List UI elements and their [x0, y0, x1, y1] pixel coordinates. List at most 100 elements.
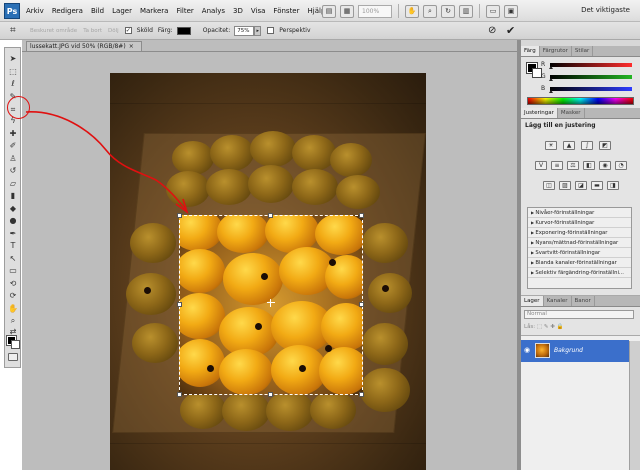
close-tab-icon[interactable]: × — [129, 43, 134, 50]
history-brush-tool-icon[interactable]: ↺ — [6, 166, 20, 176]
menu-analys[interactable]: Analys — [202, 7, 225, 15]
color-balance-icon[interactable]: ⚖ — [567, 161, 579, 170]
tab-farg[interactable]: Färg — [521, 46, 540, 56]
move-tool-icon[interactable]: ➤ — [6, 54, 20, 64]
curves-icon[interactable]: ∫ — [581, 141, 593, 150]
photo-filter-icon[interactable]: ◉ — [599, 161, 611, 170]
commit-crop-icon[interactable]: ✔ — [506, 24, 515, 37]
selective-color-icon[interactable]: ◨ — [607, 181, 619, 190]
crop-tool-preset-icon[interactable]: ⌗ — [10, 25, 24, 37]
menu-bild[interactable]: Bild — [91, 7, 104, 15]
menu-3d[interactable]: 3D — [233, 7, 243, 15]
tab-banor[interactable]: Banor — [572, 296, 595, 306]
clone-stamp-tool-icon[interactable]: ♙ — [6, 154, 20, 164]
zoom-tool-icon[interactable]: ⌕ — [6, 316, 20, 326]
menu-markera[interactable]: Markera — [140, 7, 169, 15]
arrange-documents-icon[interactable]: ▭ — [486, 4, 500, 18]
zoom-icon[interactable]: ⌕ — [423, 4, 437, 18]
tab-justeringar[interactable]: Justeringar — [521, 108, 558, 118]
green-slider-knob[interactable] — [549, 78, 553, 81]
perspective-checkbox[interactable] — [267, 27, 275, 34]
background-color-swatch[interactable] — [11, 340, 20, 349]
mini-bridge-icon[interactable]: ▦ — [340, 4, 354, 18]
opacity-slider-arrow[interactable]: ▸ — [254, 25, 262, 36]
color-spectrum[interactable] — [527, 97, 634, 105]
crop-handle-bottom-left[interactable] — [177, 392, 182, 397]
shield-color-swatch[interactable] — [176, 26, 191, 35]
green-slider[interactable]: G — [541, 73, 637, 81]
tab-kanaler[interactable]: Kanaler — [544, 296, 572, 306]
3d-rotate-tool-icon[interactable]: ⟲ — [6, 279, 20, 289]
bridge-icon[interactable]: ▤ — [322, 4, 336, 18]
menu-filter[interactable]: Filter — [176, 7, 193, 15]
layer-row[interactable]: ◉ Bakgrund — [521, 340, 629, 362]
tab-lager[interactable]: Lager — [521, 296, 544, 306]
preset-curves[interactable]: Kurvor-förinställningar — [528, 218, 631, 228]
cancel-crop-icon[interactable]: ⊘ — [488, 25, 496, 36]
blue-slider[interactable]: B — [541, 85, 637, 93]
gradient-tool-icon[interactable]: ▮ — [6, 191, 20, 201]
brush-tool-icon[interactable]: ✐ — [6, 141, 20, 151]
3d-camera-tool-icon[interactable]: ⟳ — [6, 291, 20, 301]
blue-slider-bar[interactable] — [550, 87, 632, 91]
visibility-eye-icon[interactable]: ◉ — [524, 346, 530, 354]
type-tool-icon[interactable]: T — [6, 241, 20, 251]
crop-handle-top-left[interactable] — [177, 213, 182, 218]
tab-fargrutor[interactable]: Färgrutor — [540, 46, 572, 56]
brightness-contrast-icon[interactable]: ☀ — [545, 141, 557, 150]
vibrance-icon[interactable]: V — [535, 161, 547, 170]
crop-handle-left[interactable] — [177, 302, 182, 307]
grid-icon[interactable]: ▥ — [459, 4, 473, 18]
hand-icon[interactable]: ✋ — [405, 4, 419, 18]
marquee-tool-icon[interactable]: ⬚ — [6, 67, 20, 77]
workspace-switcher[interactable]: Det viktigaste — [581, 6, 630, 14]
lasso-tool-icon[interactable]: ℓ — [6, 79, 20, 89]
preset-hue-saturation[interactable]: Nyans/mättnad-förinställningar — [528, 238, 631, 248]
gradient-map-icon[interactable]: ▬ — [591, 181, 603, 190]
preset-exposure[interactable]: Exponering-förinställningar — [528, 228, 631, 238]
preset-levels[interactable]: Nivåer-förinställningar — [528, 208, 631, 218]
tab-stilar[interactable]: Stilar — [572, 46, 594, 56]
red-slider-knob[interactable] — [549, 66, 553, 69]
crop-handle-bottom[interactable] — [268, 392, 273, 397]
shield-checkbox[interactable]: ✓ — [124, 27, 132, 34]
channel-mixer-icon[interactable]: ◔ — [615, 161, 627, 170]
document-tab[interactable]: lussekatt.JPG vid 50% (RGB/8#) × — [26, 41, 142, 51]
blend-mode-select[interactable]: Normal — [524, 310, 634, 319]
preset-selective-color[interactable]: Selektiv färgändring-förinställni... — [528, 268, 631, 278]
spot-healing-tool-icon[interactable]: ✚ — [6, 129, 20, 139]
menu-arkiv[interactable]: Arkiv — [26, 7, 44, 15]
menu-visa[interactable]: Visa — [251, 7, 266, 15]
posterize-icon[interactable]: ▨ — [559, 181, 571, 190]
menu-fonster[interactable]: Fönster — [273, 7, 299, 15]
opacity-input[interactable]: 75% — [234, 25, 255, 36]
screen-mode-icon[interactable]: ▣ — [504, 4, 518, 18]
zoom-level-select[interactable]: 100% — [358, 4, 392, 18]
crop-handle-bottom-right[interactable] — [359, 392, 364, 397]
invert-icon[interactable]: ◫ — [543, 181, 555, 190]
preset-channel-mixer[interactable]: Blanda kanaler-förinställningar — [528, 258, 631, 268]
blue-slider-knob[interactable] — [549, 90, 553, 93]
red-slider[interactable]: R — [541, 61, 637, 69]
crop-handle-top-right[interactable] — [359, 213, 364, 218]
blur-tool-icon[interactable]: ◆ — [6, 204, 20, 214]
crop-handle-right[interactable] — [359, 302, 364, 307]
dodge-tool-icon[interactable]: ● — [6, 216, 20, 226]
black-white-icon[interactable]: ◧ — [583, 161, 595, 170]
crop-handle-top[interactable] — [268, 213, 273, 218]
shape-tool-icon[interactable]: ▭ — [6, 266, 20, 276]
eraser-tool-icon[interactable]: ▱ — [6, 179, 20, 189]
levels-icon[interactable]: ▲ — [563, 141, 575, 150]
menu-redigera[interactable]: Redigera — [52, 7, 83, 15]
exposure-icon[interactable]: ◩ — [599, 141, 611, 150]
green-slider-bar[interactable] — [550, 75, 632, 79]
rotate-view-icon[interactable]: ↻ — [441, 4, 455, 18]
crop-center-point[interactable] — [267, 299, 275, 307]
hand-tool-icon[interactable]: ✋ — [6, 304, 20, 314]
panels-scrollbar[interactable] — [629, 341, 640, 470]
tab-masker[interactable]: Masker — [558, 108, 585, 118]
threshold-icon[interactable]: ◪ — [575, 181, 587, 190]
preset-black-white[interactable]: Svartvitt-förinställningar — [528, 248, 631, 258]
pen-tool-icon[interactable]: ✒ — [6, 229, 20, 239]
path-selection-tool-icon[interactable]: ↖ — [6, 254, 20, 264]
